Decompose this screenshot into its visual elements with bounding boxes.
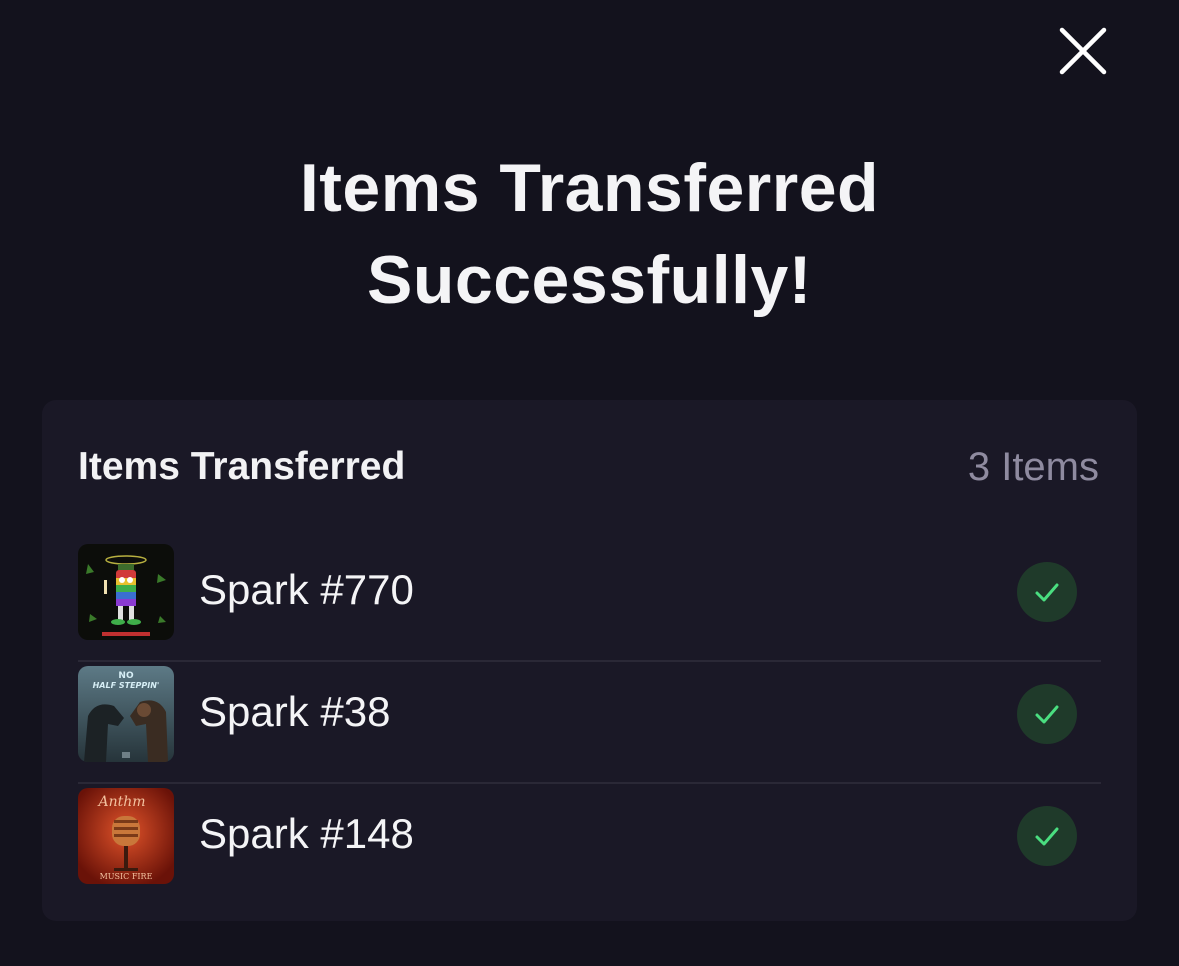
card-header: Items Transferred 3 Items bbox=[78, 444, 1099, 490]
item-thumbnail: Anthm MUSIC FIRE bbox=[78, 788, 174, 884]
svg-text:Anthm: Anthm bbox=[96, 794, 145, 810]
check-icon bbox=[1035, 827, 1059, 846]
svg-text:MUSIC FIRE: MUSIC FIRE bbox=[100, 872, 153, 881]
close-icon bbox=[1059, 27, 1107, 75]
transferred-items-card: Items Transferred 3 Items Spark #770 NO … bbox=[42, 400, 1137, 921]
modal-title-line-1: Items Transferred bbox=[299, 150, 880, 226]
list-item: Anthm MUSIC FIRE Spark #148 bbox=[78, 784, 1101, 906]
success-badge bbox=[1017, 684, 1077, 744]
item-thumbnail: NO HALF STEPPIN' bbox=[78, 666, 174, 762]
item-name: Spark #38 bbox=[199, 688, 391, 735]
transfer-success-modal: Items Transferred Successfully! Items Tr… bbox=[0, 0, 1179, 966]
modal-title-line-2: Successfully! bbox=[367, 242, 812, 318]
transferred-items-list: Spark #770 NO HALF STEPPIN' Spark #38 An… bbox=[78, 540, 1101, 906]
item-thumbnail bbox=[78, 544, 174, 640]
list-item: Spark #770 bbox=[78, 540, 1101, 662]
svg-text:HALF STEPPIN': HALF STEPPIN' bbox=[93, 681, 160, 690]
success-badge bbox=[1017, 806, 1077, 866]
check-icon bbox=[1035, 705, 1059, 724]
close-button[interactable] bbox=[1054, 22, 1112, 80]
item-name: Spark #770 bbox=[199, 566, 414, 613]
success-badge bbox=[1017, 562, 1077, 622]
card-title: Items Transferred bbox=[78, 445, 406, 488]
item-name: Spark #148 bbox=[199, 810, 414, 857]
items-count: 3 Items bbox=[967, 444, 1099, 489]
svg-text:NO: NO bbox=[118, 671, 134, 681]
modal-title: Items Transferred Successfully! bbox=[0, 142, 1179, 326]
check-icon bbox=[1035, 583, 1059, 602]
list-item: NO HALF STEPPIN' Spark #38 bbox=[78, 662, 1101, 784]
